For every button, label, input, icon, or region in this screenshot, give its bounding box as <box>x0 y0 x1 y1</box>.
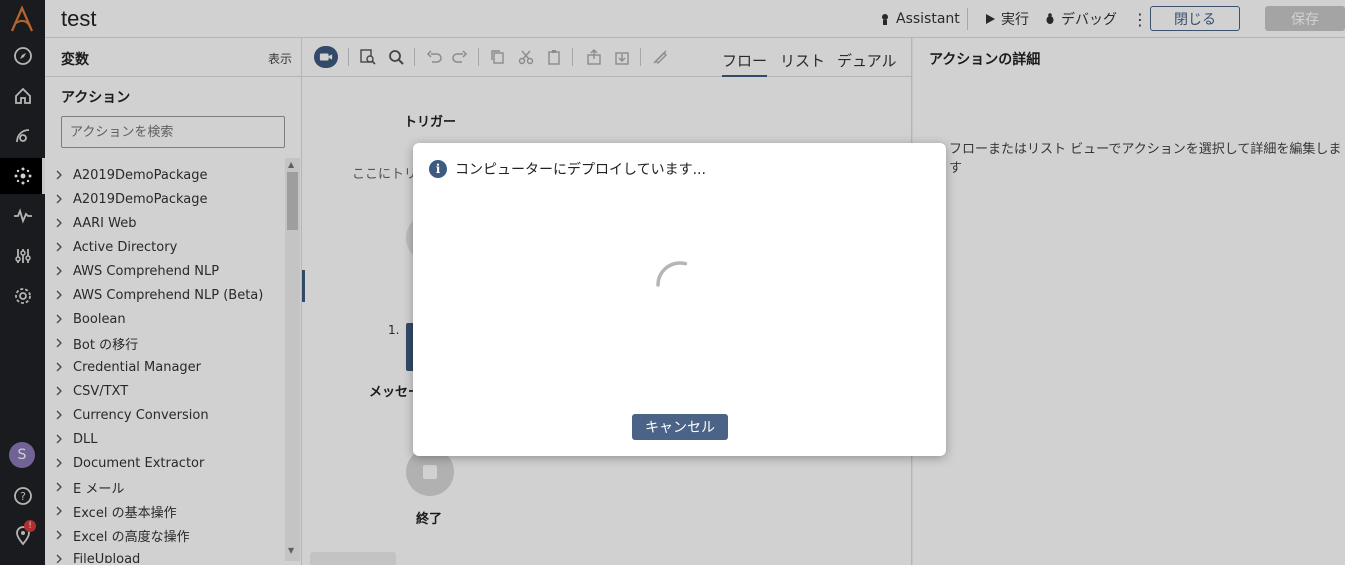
modal-title: コンピューターにデプロイしています... <box>455 162 706 178</box>
deploy-modal: i コンピューターにデプロイしています... キャンセル <box>413 143 946 456</box>
info-icon: i <box>429 160 447 178</box>
cancel-button[interactable]: キャンセル <box>632 414 728 440</box>
loading-spinner-icon <box>656 261 704 287</box>
modal-header: i コンピューターにデプロイしています... <box>429 159 706 179</box>
